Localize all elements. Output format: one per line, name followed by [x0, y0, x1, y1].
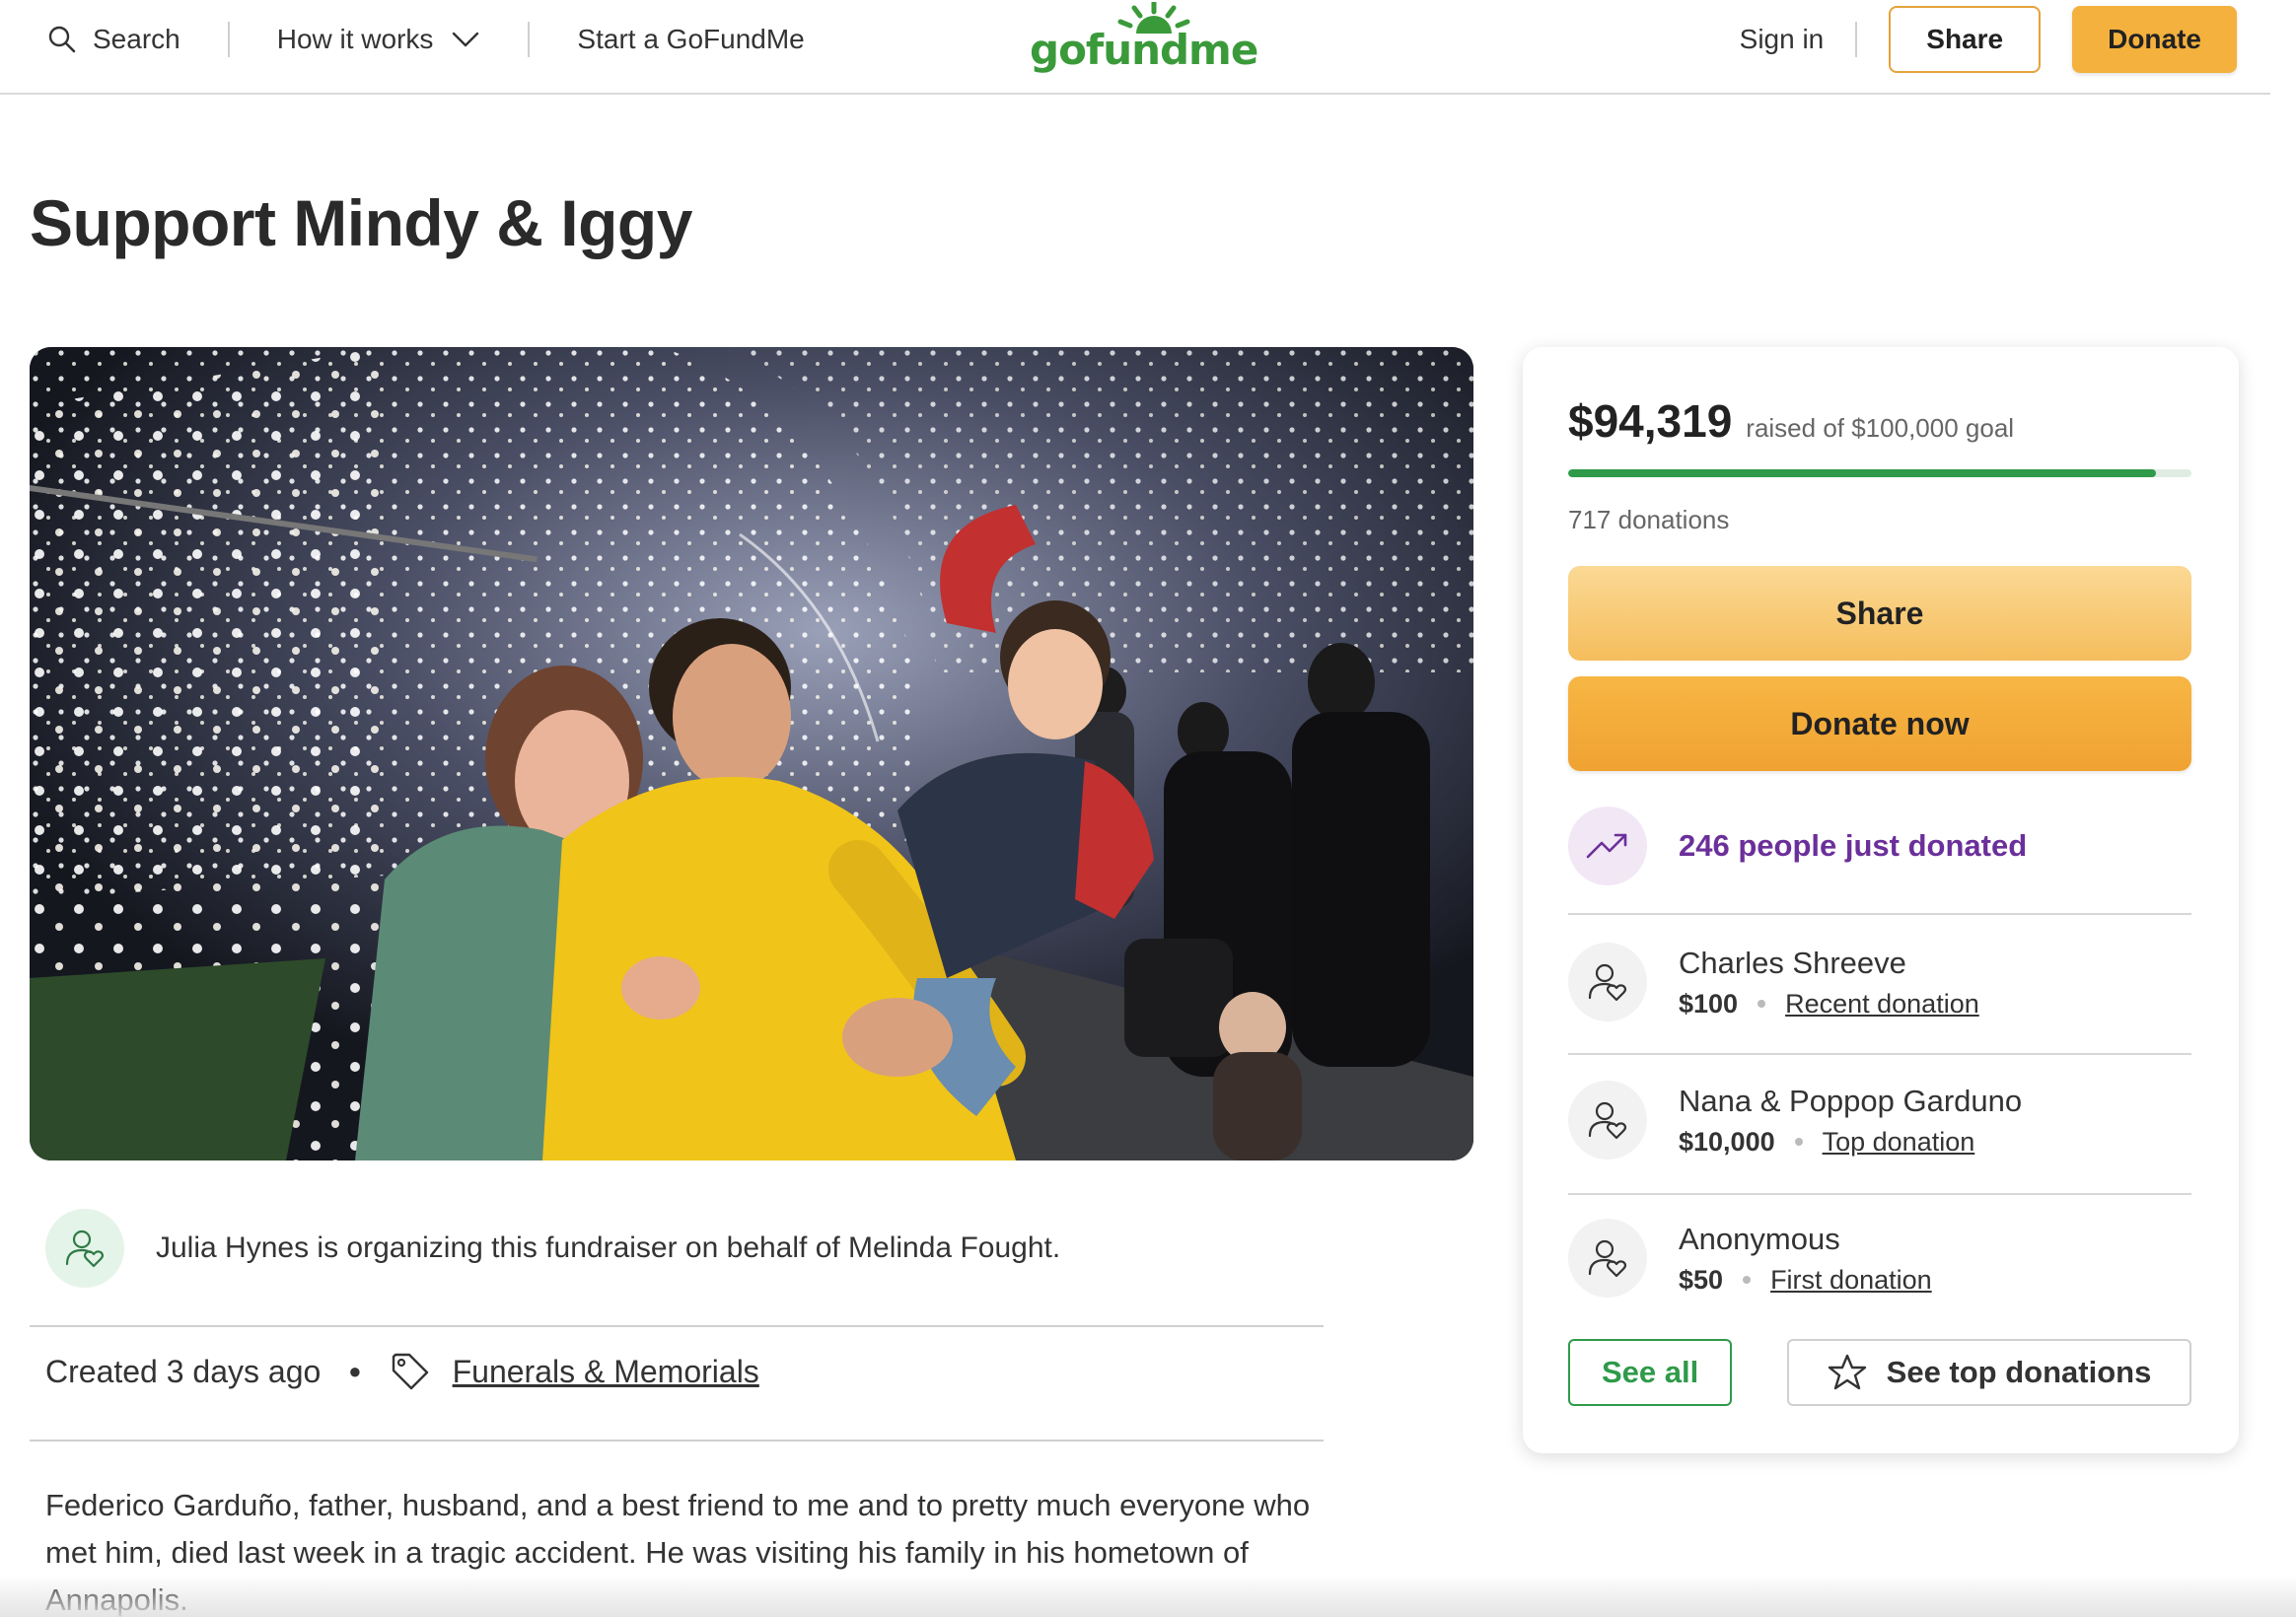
donor-info: Charles Shreeve $100 Recent donation [1679, 946, 1979, 1019]
chevron-down-icon [451, 30, 480, 49]
donor-info: Anonymous $50 First donation [1679, 1222, 1932, 1296]
card-divider [1568, 913, 2191, 915]
first-donation-link[interactable]: First donation [1770, 1265, 1932, 1296]
organizer-row: Julia Hynes is organizing this fundraise… [45, 1209, 1327, 1288]
donor-item: Nana & Poppop Garduno $10,000 Top donati… [1568, 1081, 2022, 1160]
top-donation-link[interactable]: Top donation [1823, 1127, 1975, 1158]
sign-in-link[interactable]: Sign in [1740, 24, 1825, 55]
user-heart-icon [65, 1230, 105, 1268]
amount-raised: $94,319 [1568, 395, 1733, 447]
how-it-works-menu[interactable]: How it works [277, 24, 481, 55]
trending-up-icon [1568, 807, 1647, 885]
hero-photo-illustration [30, 347, 1473, 1160]
organizer-text: Julia Hynes is organizing this fundraise… [156, 1231, 1061, 1264]
donor-avatar [1568, 1081, 1647, 1160]
see-all-button[interactable]: See all [1568, 1339, 1733, 1406]
share-button[interactable]: Share [1568, 566, 2191, 661]
donor-avatar [1568, 1219, 1647, 1298]
nav-left: Search How it works Start a GoFundMe [47, 0, 805, 79]
start-gofundme-label: Start a GoFundMe [577, 24, 805, 54]
page-title: Support Mindy & Iggy [30, 186, 692, 259]
section-divider [30, 1440, 1324, 1441]
meta-separator: ● [348, 1359, 362, 1383]
donor-name: Charles Shreeve [1679, 945, 1906, 980]
how-it-works-label: How it works [276, 24, 434, 54]
dot-separator [1758, 1000, 1766, 1008]
donor-details: $100 Recent donation [1679, 989, 1979, 1019]
category-link[interactable]: Funerals & Memorials [453, 1354, 759, 1390]
donor-name: Nana & Poppop Garduno [1679, 1083, 2023, 1118]
donation-card: $94,319 raised of $100,000 goal 717 dona… [1523, 347, 2239, 1453]
donate-now-button[interactable]: Donate now [1568, 676, 2191, 771]
dot-separator [1794, 1138, 1803, 1146]
header-donate-button[interactable]: Donate [2072, 6, 2237, 73]
campaign-hero-image[interactable] [30, 347, 1473, 1160]
search-label: Search [93, 24, 180, 54]
donor-item: Anonymous $50 First donation [1568, 1219, 1932, 1298]
amount-raised-row: $94,319 raised of $100,000 goal [1568, 394, 2014, 448]
gofundme-logo[interactable]: gofundme [1026, 0, 1258, 85]
recent-donations-trend: 246 people just donated [1568, 807, 2027, 885]
dot-separator [1743, 1276, 1752, 1284]
donor-name: Anonymous [1679, 1221, 1840, 1256]
donor-amount: $10,000 [1679, 1126, 1775, 1157]
start-gofundme-link[interactable]: Start a GoFundMe [577, 24, 804, 55]
tag-icon [390, 1351, 431, 1392]
donation-count: 717 donations [1568, 505, 1730, 534]
progress-fill [1568, 469, 2156, 477]
trend-text: 246 people just donated [1679, 828, 2028, 863]
card-divider [1568, 1053, 2191, 1055]
donor-avatar [1568, 943, 1647, 1021]
campaign-meta: Created 3 days ago ● Funerals & Memorial… [45, 1351, 759, 1392]
card-divider [1568, 1193, 2191, 1195]
nav-divider [1855, 22, 1858, 57]
search-button[interactable]: Search [47, 24, 180, 55]
goal-text: raised of $100,000 goal [1746, 413, 2015, 443]
created-date: Created 3 days ago [45, 1353, 322, 1389]
donor-info: Nana & Poppop Garduno $10,000 Top donati… [1679, 1084, 2022, 1158]
nav-right: Sign in Share Donate [1740, 6, 2237, 73]
recent-donation-link[interactable]: Recent donation [1785, 989, 1979, 1019]
see-top-donations-label: See top donations [1886, 1355, 2152, 1389]
nav-divider [227, 22, 230, 57]
see-top-donations-button[interactable]: See top donations [1787, 1339, 2191, 1406]
user-heart-icon [1588, 1101, 1627, 1140]
donor-amount: $50 [1679, 1264, 1724, 1295]
logo-text: gofundme [1030, 26, 1258, 74]
scroll-fade [0, 1574, 2296, 1617]
header-share-button[interactable]: Share [1889, 6, 2042, 73]
star-icon [1828, 1353, 1867, 1392]
top-navigation: Search How it works Start a GoFundMe gof… [0, 0, 2270, 95]
donor-item: Charles Shreeve $100 Recent donation [1568, 943, 1979, 1021]
user-heart-icon [1588, 1239, 1627, 1278]
donor-amount: $100 [1679, 988, 1739, 1019]
organizer-avatar [45, 1209, 124, 1288]
donor-details: $10,000 Top donation [1679, 1127, 2022, 1158]
nav-divider [528, 22, 531, 57]
search-icon [47, 25, 77, 54]
progress-bar [1568, 469, 2191, 477]
user-heart-icon [1588, 963, 1627, 1002]
section-divider [30, 1325, 1324, 1327]
donor-details: $50 First donation [1679, 1265, 1932, 1296]
